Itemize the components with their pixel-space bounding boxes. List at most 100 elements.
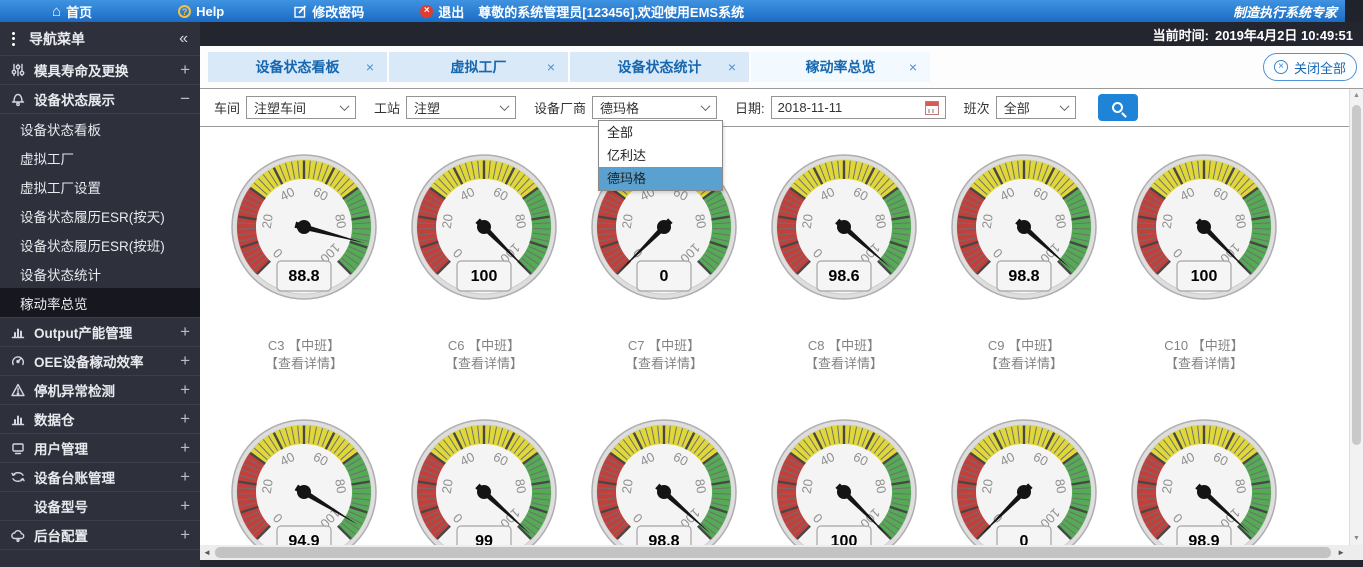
sidebar-section-downtime-detection[interactable]: 停机异常检测 +: [0, 376, 200, 405]
vendor-select[interactable]: 德玛格: [592, 96, 718, 119]
horizontal-scrollbar[interactable]: [200, 545, 1363, 560]
view-detail-link[interactable]: 【查看详情】: [805, 355, 883, 373]
chevron-down-icon: [700, 101, 711, 112]
sidebar-section-equipment-model[interactable]: 设备型号 +: [0, 492, 200, 521]
vertical-scroll-thumb[interactable]: [1352, 105, 1361, 445]
gauge-chart: 02040 608010099: [411, 419, 557, 545]
tab-label: 设备状态统计: [617, 59, 702, 75]
svg-text:20: 20: [1159, 213, 1176, 230]
tab-close-icon[interactable]: ×: [909, 59, 917, 75]
tab-status-statistics[interactable]: 设备状态统计 ×: [570, 52, 749, 82]
tab-close-icon[interactable]: ×: [547, 59, 555, 75]
expand-icon[interactable]: +: [180, 380, 190, 400]
tab-status-board[interactable]: 设备状态看板 ×: [208, 52, 387, 82]
gauge-card-c10: 020406080100100C10 【中班】【查看详情】: [1114, 152, 1294, 373]
sidebar-item-utilization-overview[interactable]: 稼动率总览: [0, 288, 200, 317]
sidebar-item-virtual-factory[interactable]: 虚拟工厂: [0, 143, 200, 172]
station-value: 注塑: [414, 101, 441, 116]
tab-close-icon[interactable]: ×: [366, 59, 374, 75]
vendor-option[interactable]: 德玛格: [599, 167, 722, 190]
expand-icon[interactable]: +: [180, 438, 190, 458]
change-password-button[interactable]: 修改密码: [294, 2, 364, 21]
vendor-option[interactable]: 全部: [599, 121, 722, 144]
sidebar-item-status-history-esr-day[interactable]: 设备状态履历ESR(按天): [0, 201, 200, 230]
svg-text:80: 80: [1052, 478, 1069, 495]
svg-text:20: 20: [259, 478, 276, 495]
logout-button[interactable]: 退出: [420, 2, 464, 21]
view-detail-link[interactable]: 【查看详情】: [265, 355, 343, 373]
scroll-down-arrow[interactable]: [1350, 535, 1363, 542]
gauge-machine-label: C9 【中班】: [987, 338, 1061, 353]
current-time-label: 当前时间:: [1152, 27, 1209, 43]
chevron-down-icon: [1059, 101, 1070, 112]
close-all-tabs-button[interactable]: 关闭全部: [1262, 53, 1357, 81]
svg-text:20: 20: [1159, 478, 1176, 495]
scroll-left-arrow[interactable]: [203, 548, 211, 557]
search-button[interactable]: [1097, 94, 1138, 121]
gauge-card-c9: 0 20 40 60 80 100 98.8 C9 【中班】 【查看详情】: [934, 152, 1114, 373]
home-button[interactable]: 首页: [52, 2, 92, 21]
collapse-icon[interactable]: −: [180, 89, 190, 109]
vertical-scrollbar[interactable]: [1349, 89, 1363, 545]
station-select[interactable]: 注塑: [406, 96, 517, 119]
sidebar-item-status-board[interactable]: 设备状态看板: [0, 114, 200, 143]
view-detail-link[interactable]: 【查看详情】: [1165, 355, 1243, 373]
date-input[interactable]: 2018-11-11: [770, 96, 946, 119]
sidebar-section-oee-efficiency[interactable]: OEE设备稼动效率 +: [0, 347, 200, 376]
close-circle-icon: [1273, 60, 1288, 74]
cloud-icon: [10, 527, 30, 543]
tab-close-icon[interactable]: ×: [728, 59, 736, 75]
sidebar-section-output-capacity[interactable]: Output产能管理 +: [0, 318, 200, 347]
sidebar-section-equipment-status-display[interactable]: 设备状态展示 −: [0, 85, 200, 114]
scroll-up-arrow[interactable]: [1350, 92, 1363, 99]
expand-icon[interactable]: +: [180, 525, 190, 545]
chevron-down-icon: [339, 101, 350, 112]
sidebar-collapse-icon[interactable]: [179, 30, 188, 48]
workshop-select[interactable]: 注塑车间: [246, 96, 357, 119]
help-label: Help: [196, 3, 225, 19]
sidebar-section-backend-config[interactable]: 后台配置 +: [0, 521, 200, 550]
expand-icon[interactable]: +: [180, 351, 190, 371]
chevron-down-icon: [499, 101, 510, 112]
scroll-right-arrow[interactable]: [1337, 548, 1345, 557]
expand-icon[interactable]: +: [180, 467, 190, 487]
gauge-card-r2-4: 020406080100100: [754, 417, 934, 545]
gauge-r2-5: 0204060801000: [949, 417, 1099, 545]
sidebar-item-status-history-esr-shift[interactable]: 设备状态履历ESR(按班): [0, 230, 200, 259]
view-detail-link[interactable]: 【查看详情】: [445, 355, 523, 373]
sidebar-section-mold-life[interactable]: 模具寿命及更换 +: [0, 56, 200, 85]
sidebar-section-user-management[interactable]: 用户管理 +: [0, 434, 200, 463]
vendor-option[interactable]: 亿利达: [599, 144, 722, 167]
gauge-card-c3: 0 20 40 60 80 100 88.8 C3 【中班】 【查看详情】: [214, 152, 394, 373]
sidebar-item-status-statistics[interactable]: 设备状态统计: [0, 259, 200, 288]
expand-icon[interactable]: +: [180, 60, 190, 80]
svg-text:20: 20: [439, 478, 456, 495]
station-label: 工站: [374, 101, 401, 116]
view-detail-link[interactable]: 【查看详情】: [625, 355, 703, 373]
help-button[interactable]: Help: [178, 4, 224, 19]
sidebar-section-equipment-ledger[interactable]: 设备台账管理 +: [0, 463, 200, 492]
gauge-chart: 02040 608010094.9: [231, 419, 377, 545]
svg-text:20: 20: [799, 478, 816, 495]
pencil-icon: [294, 4, 307, 18]
logout-icon: [420, 4, 434, 18]
sidebar-item-virtual-factory-settings[interactable]: 虚拟工厂设置: [0, 172, 200, 201]
sidebar-section-data-warehouse[interactable]: 数据仓 +: [0, 405, 200, 434]
expand-icon[interactable]: +: [180, 322, 190, 342]
calendar-icon[interactable]: [924, 100, 939, 115]
svg-text:20: 20: [979, 478, 996, 495]
gauge-r2-3: 0 20 40 60 80 100 98.8: [589, 417, 739, 545]
tab-label: 稼动率总览: [805, 59, 876, 75]
gauge-machine-label: C10 【中班】: [1164, 338, 1244, 353]
expand-icon[interactable]: +: [180, 409, 190, 429]
sidebar-section-label: 设备状态展示: [34, 93, 115, 108]
shift-select[interactable]: 全部: [995, 96, 1076, 119]
view-detail-link[interactable]: 【查看详情】: [985, 355, 1063, 373]
expand-icon[interactable]: +: [180, 496, 190, 516]
tab-virtual-factory[interactable]: 虚拟工厂 ×: [389, 52, 568, 82]
tab-utilization-overview[interactable]: 稼动率总览 ×: [751, 52, 930, 82]
bell-icon: [10, 91, 30, 107]
gauge-card-r2-2: 0 20 40 60 80 100 99: [394, 417, 574, 545]
horizontal-scroll-thumb[interactable]: [215, 547, 1331, 558]
workshop-filter: 车间 注塑车间: [214, 96, 357, 119]
